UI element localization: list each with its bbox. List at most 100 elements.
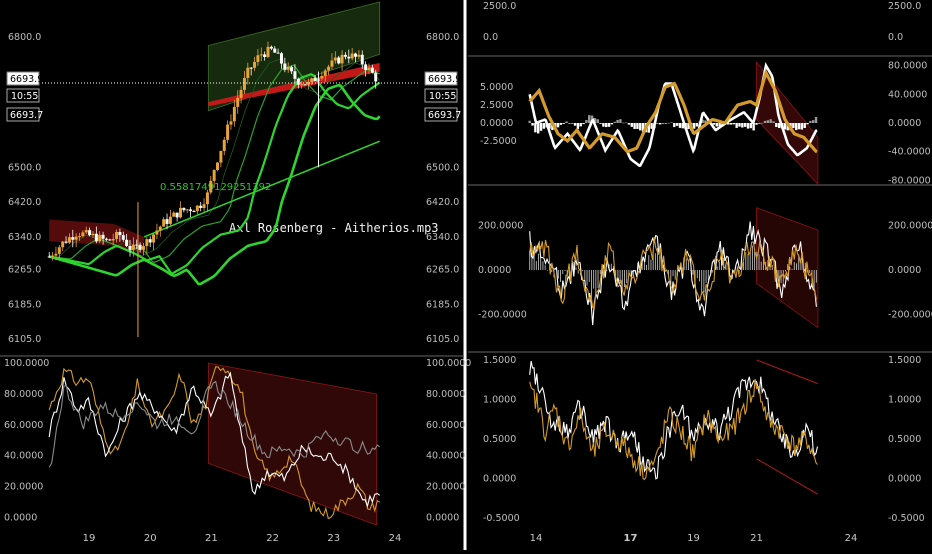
macd-hist-bar	[809, 120, 812, 123]
candle-body	[125, 239, 129, 246]
strip-y-tick-left: 2500.0	[483, 1, 516, 12]
macd-hist-bar	[673, 123, 676, 128]
macd-hist-bar	[769, 119, 772, 123]
candle-body	[209, 180, 213, 193]
candle-body	[178, 207, 182, 218]
candle-body	[111, 238, 115, 241]
strip-y-tick-left: 0.0	[483, 32, 498, 43]
ratio-y-tick-right: -0.5000	[888, 513, 925, 524]
osc-y-tick-right: 60.0000	[426, 420, 465, 431]
candle-body	[337, 57, 341, 64]
candle-body	[61, 241, 65, 248]
candle-body	[84, 230, 88, 233]
macd-hist-bar	[528, 120, 531, 123]
macd-hist-bar	[607, 123, 611, 127]
candle-body	[269, 46, 273, 49]
macd-hist-bar	[571, 123, 574, 124]
osc-y-tick-right: 80.0000	[426, 389, 465, 400]
macd-hist-bar	[605, 123, 608, 128]
macd-hist-bar	[763, 120, 767, 123]
right-x-tick: 17	[624, 533, 638, 544]
macd-hist-bar	[792, 123, 795, 129]
macd-hist-bar	[616, 119, 619, 123]
price-y-tick-left: 6800.0	[8, 32, 41, 43]
low-price-label-right: 6693.7	[428, 110, 461, 121]
candle-body	[64, 241, 68, 243]
price-y-tick-left: 6265.0	[8, 265, 41, 276]
candle-body	[94, 233, 98, 242]
candle-body	[172, 212, 176, 217]
macd-hist-bar	[610, 123, 614, 125]
candle-body	[108, 239, 112, 241]
candle-body	[162, 219, 166, 227]
candle-body	[273, 48, 277, 53]
macd-hist-bar	[741, 123, 744, 128]
candle-body	[165, 219, 169, 224]
macd-y-tick-right: 0.0000	[888, 118, 921, 129]
mom-y-tick-left: 0.0000	[478, 265, 511, 276]
ratio-y-tick-right: 0.0000	[888, 474, 921, 485]
macd-hist-bar	[664, 123, 667, 124]
osc-y-tick-right: 100.0000	[426, 358, 471, 369]
candle-body	[239, 89, 243, 98]
ratio-y-tick-left: 1.0000	[483, 394, 516, 405]
candle-body	[57, 247, 61, 254]
macd-hist-bar	[534, 123, 537, 133]
candle-body	[104, 238, 108, 240]
macd-hist-bar	[692, 123, 696, 129]
ratio-y-tick-left: 0.5000	[483, 434, 516, 445]
candle-body	[323, 70, 327, 76]
osc-y-tick-left: 80.0000	[4, 389, 43, 400]
price-y-tick-left: 6105.0	[8, 334, 41, 345]
candle-body	[51, 255, 55, 257]
candle-body	[343, 54, 347, 57]
candle-body	[222, 139, 226, 151]
price-y-tick-left: 6420.0	[8, 197, 41, 208]
macd-hist-bar	[596, 119, 599, 123]
candle-body	[310, 78, 314, 83]
candle-body	[357, 54, 361, 57]
candle-body	[145, 239, 149, 247]
ratio-y-tick-right: 1.0000	[888, 394, 921, 405]
candle-body	[320, 75, 324, 79]
candle-body	[74, 236, 78, 240]
candle-body	[350, 53, 354, 59]
right-x-tick: 14	[530, 533, 543, 544]
candle-body	[253, 61, 257, 68]
candle-body	[98, 234, 102, 242]
candle-body	[229, 121, 233, 125]
candle-body	[232, 106, 236, 122]
candle-body	[327, 66, 331, 71]
macd-y-tick-right: -40.0000	[888, 147, 931, 158]
macd-hist-bar	[562, 123, 565, 124]
right-x-tick: 24	[845, 533, 858, 544]
macd-hist-bar	[568, 123, 571, 124]
candle-body	[47, 256, 51, 258]
macd-y-tick-right: 40.0000	[888, 89, 927, 100]
macd-hist-bar	[695, 123, 699, 127]
macd-hist-bar	[800, 123, 804, 130]
candle-body	[195, 205, 199, 212]
candle-body	[263, 54, 267, 57]
time-label-right: 10:55	[429, 91, 456, 102]
left-x-tick: 20	[144, 533, 157, 544]
candle-body	[205, 192, 209, 205]
candle-body	[212, 169, 216, 181]
candle-body	[158, 226, 162, 231]
candle-body	[333, 57, 337, 61]
price-y-tick-right: 6420.0	[426, 197, 459, 208]
macd-hist-bar	[715, 123, 719, 127]
candle-body	[249, 67, 253, 69]
last-price-label-left: 6693.9	[10, 74, 43, 85]
strip-y-tick-right: 2500.0	[888, 1, 921, 12]
macd-hist-bar	[633, 123, 636, 129]
macd-hist-bar	[814, 116, 818, 123]
candle-body	[219, 150, 223, 163]
macd-hist-bar	[760, 122, 764, 124]
osc-y-tick-left: 0.0000	[4, 512, 37, 523]
low-price-label-left: 6693.7	[10, 110, 43, 121]
candle-body	[67, 237, 71, 243]
candle-body	[354, 53, 358, 57]
macd-hist-bar	[678, 123, 682, 128]
candle-body	[121, 235, 125, 240]
